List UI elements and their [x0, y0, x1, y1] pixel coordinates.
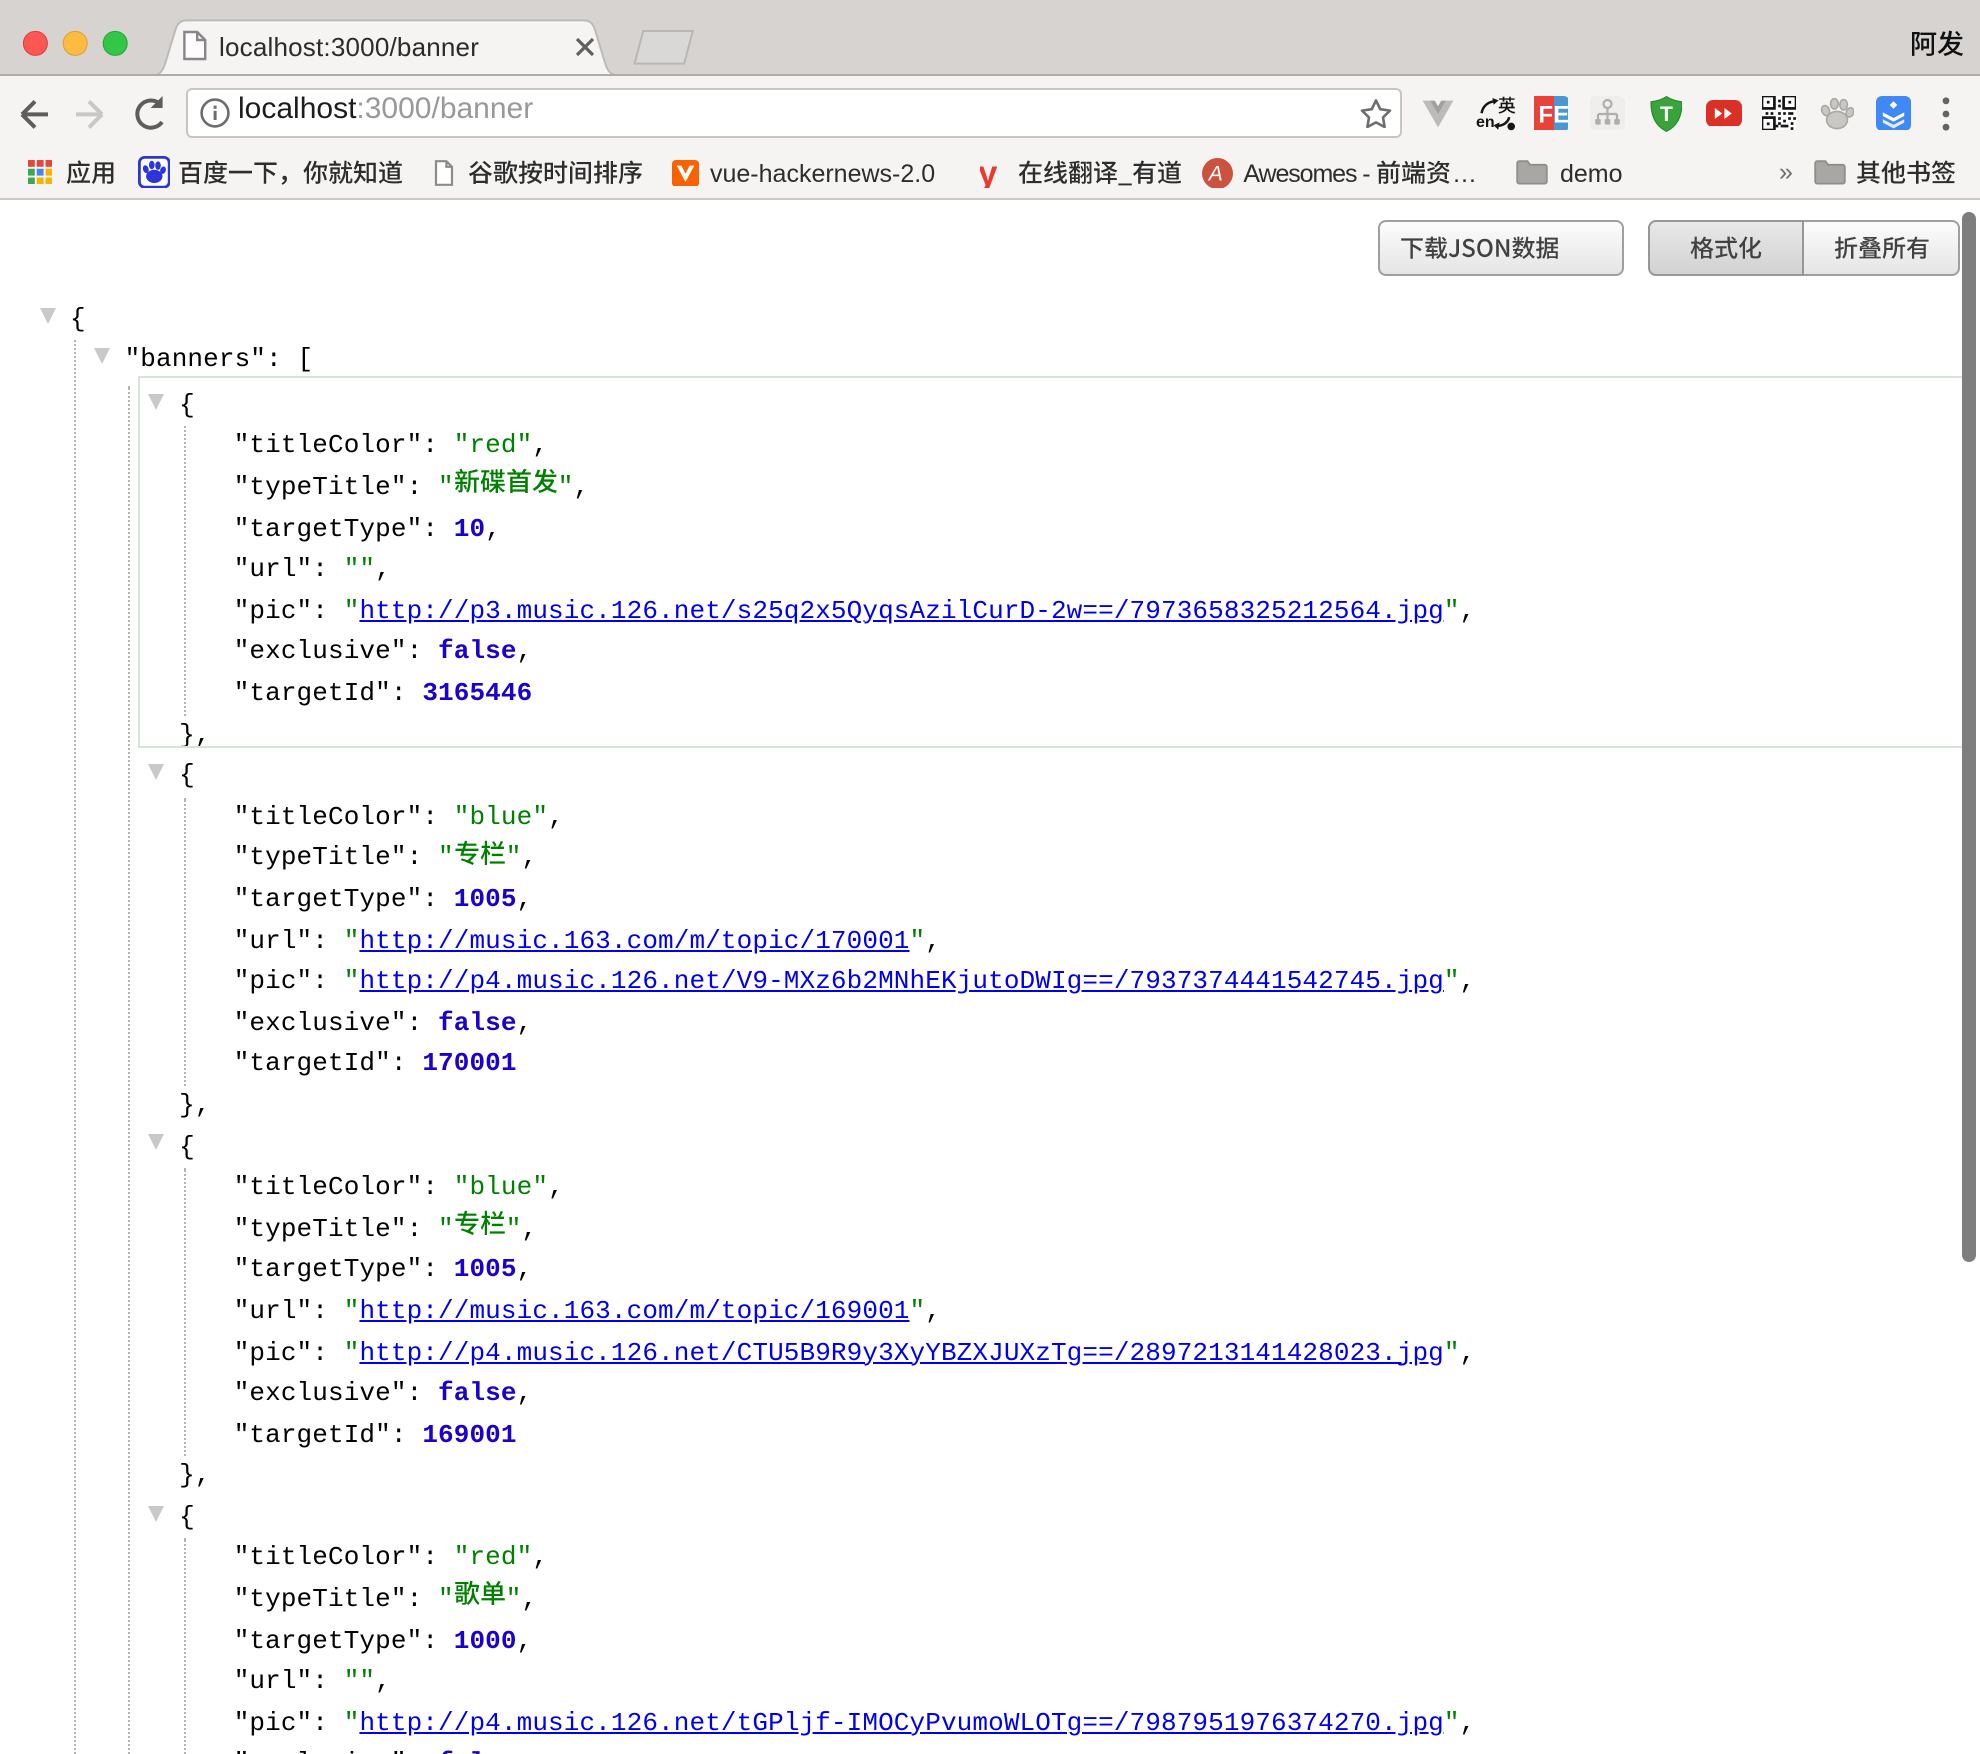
- svg-text:A: A: [1207, 162, 1223, 185]
- svg-text:en: en: [1475, 114, 1494, 131]
- svg-text:E: E: [1552, 101, 1568, 128]
- svg-text:y: y: [980, 158, 998, 187]
- svg-text:F: F: [1537, 101, 1552, 128]
- svg-text:T: T: [1659, 102, 1672, 125]
